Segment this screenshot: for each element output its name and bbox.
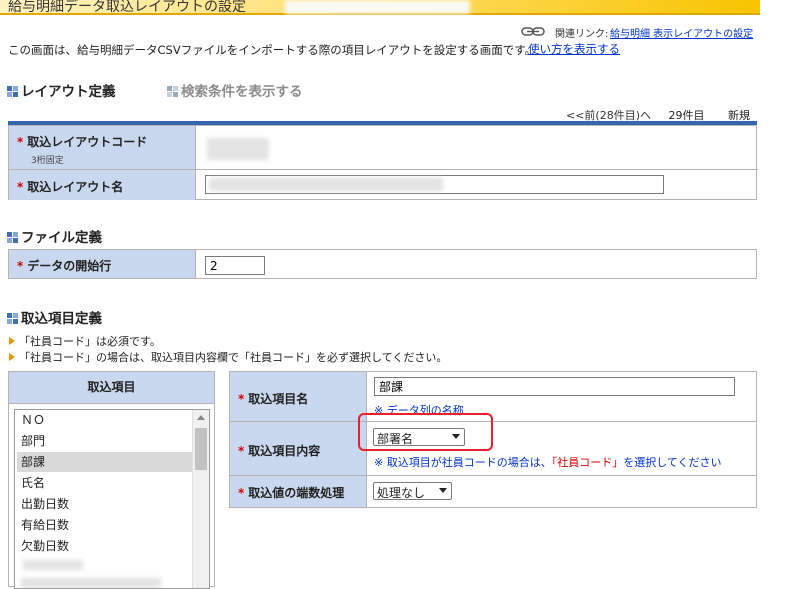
- show-howto-link[interactable]: 使い方を表示する: [528, 41, 620, 57]
- section-bullet-icon: [7, 232, 18, 243]
- section-layout-def: レイアウト定義: [7, 80, 116, 100]
- required-mark: *: [238, 486, 245, 500]
- note-line-2: 「社員コード」の場合は、取込項目内容欄で「社員コード」を必ず選択してください。: [9, 349, 447, 365]
- required-mark: *: [17, 259, 24, 273]
- layout-name-label: 取込レイアウト名: [27, 180, 124, 194]
- note-line-1: 「社員コード」は必須です。: [9, 333, 161, 349]
- item-name-input[interactable]: [374, 377, 735, 396]
- item-list-header: 取込項目: [9, 372, 214, 404]
- layout-name-label-cell: * 取込レイアウト名: [9, 170, 196, 200]
- list-item[interactable]: ＮＯ: [17, 410, 193, 430]
- list-item-redacted: [23, 560, 83, 570]
- related-links-label: 関連リンク:: [555, 29, 609, 40]
- fraction-label: 取込値の端数処理: [248, 486, 345, 500]
- toggle-search-conditions[interactable]: 検索条件を表示する: [167, 80, 303, 100]
- item-listbox[interactable]: ＮＯ 部門 部課 氏名 出勤日数 有給日数 欠勤日数: [14, 409, 210, 589]
- item-name-label-cell: * 取込項目名: [230, 372, 367, 422]
- section-bullet-icon: [167, 86, 178, 97]
- layout-code-label: 取込レイアウトコード: [27, 135, 148, 149]
- list-item[interactable]: 出勤日数: [17, 494, 193, 514]
- link-chain-icon: [521, 27, 545, 36]
- item-detail-form: *取込項目名 ※ データ列の名称 *取込項目内容 部署名 ※ 取込項目が社員コー…: [229, 371, 757, 508]
- required-mark: *: [238, 444, 245, 458]
- required-mark: *: [238, 392, 245, 406]
- list-item-selected[interactable]: 部課: [17, 452, 193, 472]
- page-description: この画面は、給与明細データCSVファイルをインポートする際の項目レイアウトを設定…: [8, 43, 537, 57]
- fraction-select[interactable]: 処理なし: [373, 482, 452, 500]
- arrow-right-icon: [9, 353, 15, 361]
- layout-code-value-redacted: [207, 138, 269, 160]
- row-divider: [367, 475, 756, 476]
- arrow-right-icon: [9, 337, 15, 345]
- item-content-note: ※ 取込項目が社員コードの場合は、「社員コード」を選択してください: [374, 456, 722, 469]
- layout-name-value-redacted: [209, 178, 443, 191]
- start-row-label-cell: * データの開始行: [9, 250, 196, 278]
- list-item[interactable]: 部門: [17, 431, 193, 451]
- section-bullet-icon: [7, 86, 18, 97]
- start-row-label: データの開始行: [27, 259, 112, 273]
- start-row-input[interactable]: [205, 256, 265, 275]
- item-content-label-cell: * 取込項目内容: [230, 422, 367, 476]
- fraction-label-cell: * 取込値の端数処理: [230, 476, 367, 507]
- layout-code-label-cell: * 取込レイアウトコード 3桁固定: [9, 126, 196, 170]
- item-name-label: 取込項目名: [248, 392, 309, 406]
- required-mark: *: [17, 180, 24, 194]
- list-item[interactable]: 氏名: [17, 473, 193, 493]
- highlight-box: [358, 413, 493, 451]
- redacted-area: [285, 0, 470, 14]
- scroll-thumb[interactable]: [195, 428, 207, 470]
- chevron-down-icon: [439, 488, 447, 493]
- list-item[interactable]: 欠勤日数: [17, 536, 193, 556]
- scroll-up-icon[interactable]: [197, 415, 205, 420]
- row-divider: [196, 169, 758, 170]
- section-file-def: ファイル定義: [7, 226, 102, 246]
- list-scrollbar[interactable]: [192, 410, 209, 588]
- layout-form: * 取込レイアウトコード 3桁固定 * 取込レイアウト名: [8, 125, 758, 200]
- title-bar: 給与明細データ取込レイアウトの設定: [0, 0, 760, 15]
- file-form: * データの開始行: [8, 249, 757, 279]
- item-list-panel: 取込項目 ＮＯ 部門 部課 氏名 出勤日数 有給日数 欠勤日数: [8, 371, 215, 589]
- item-content-label: 取込項目内容: [248, 444, 321, 458]
- related-link-display-layout[interactable]: 給与明細 表示レイアウトの設定: [610, 25, 753, 40]
- page-title: 給与明細データ取込レイアウトの設定: [8, 0, 246, 15]
- required-mark: *: [17, 135, 24, 149]
- list-item[interactable]: 有給日数: [17, 515, 193, 535]
- section-item-def: 取込項目定義: [7, 307, 102, 327]
- section-bullet-icon: [7, 313, 18, 324]
- layout-code-hint: 3桁固定: [31, 156, 64, 166]
